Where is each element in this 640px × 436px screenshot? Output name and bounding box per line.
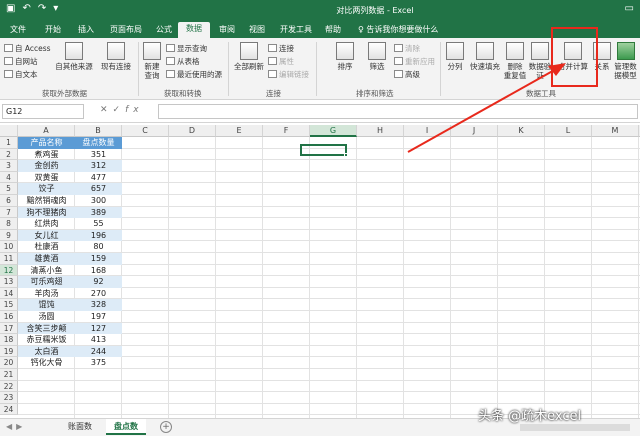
annotation-arrow [407,63,566,153]
arrow-head [548,63,566,76]
arrow-shaft [407,67,559,153]
